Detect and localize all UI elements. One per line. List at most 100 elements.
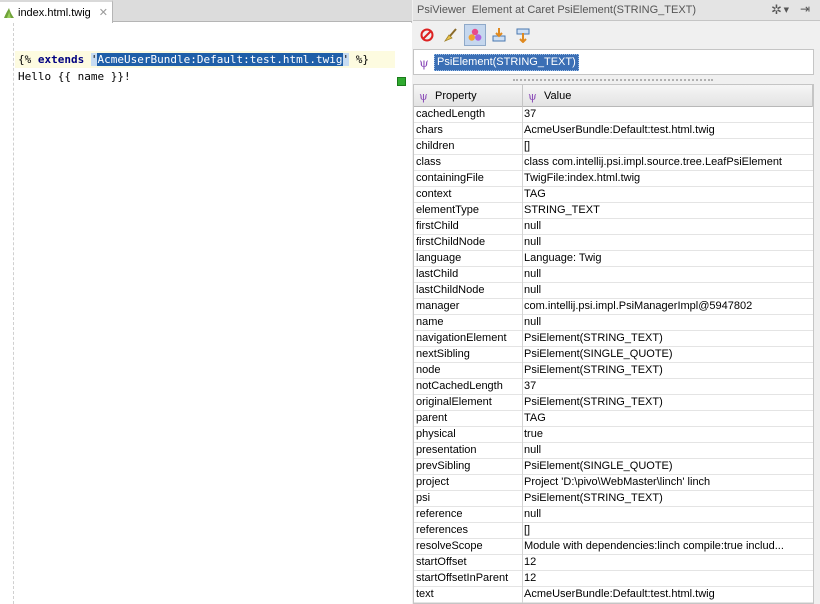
- table-row[interactable]: language Language: Twig: [414, 251, 813, 267]
- table-row[interactable]: firstChild null: [414, 219, 813, 235]
- psi-element-icon: ψ: [419, 56, 428, 70]
- table-row[interactable]: nextSibling PsiElement(SINGLE_QUOTE): [414, 347, 813, 363]
- property-name-cell: nextSibling: [414, 347, 523, 363]
- table-row[interactable]: prevSibling PsiElement(SINGLE_QUOTE): [414, 459, 813, 475]
- table-row[interactable]: text AcmeUserBundle:Default:test.html.twi…: [414, 587, 813, 603]
- property-value-cell: TAG: [524, 188, 546, 200]
- twig-keyword-extends: extends: [37, 53, 85, 66]
- property-name-cell: physical: [414, 427, 523, 443]
- table-row[interactable]: reference null: [414, 507, 813, 523]
- highlight-broom-icon: [443, 28, 457, 42]
- property-value-cell: null: [524, 268, 542, 280]
- property-value-cell: PsiElement(STRING_TEXT): [524, 396, 663, 408]
- panel-splitter[interactable]: [413, 77, 814, 83]
- table-row[interactable]: firstChildNode null: [414, 235, 813, 251]
- property-value-cell: true: [524, 428, 543, 440]
- scroll-to-source-button[interactable]: [512, 24, 534, 46]
- selected-string-text: AcmeUserBundle:Default:test.html.twig: [97, 53, 343, 66]
- table-row[interactable]: lastChildNode null: [414, 283, 813, 299]
- gear-icon[interactable]: ✲: [771, 3, 782, 18]
- psi-tree[interactable]: ψ PsiElement(STRING_TEXT): [413, 49, 814, 75]
- psi-viewer-header: PsiViewer Element at Caret PsiElement(ST…: [413, 0, 820, 21]
- properties-toggle-icon: [468, 28, 482, 41]
- property-name-cell: node: [414, 363, 523, 379]
- psi-tree-node[interactable]: ψ PsiElement(STRING_TEXT): [418, 54, 579, 71]
- table-row[interactable]: startOffset 12: [414, 555, 813, 571]
- hide-panel-icon[interactable]: ⇥: [800, 2, 810, 16]
- twig-tag-open: {%: [18, 53, 38, 66]
- property-value-cell: 37: [524, 108, 537, 120]
- property-name-cell: resolveScope: [414, 539, 523, 555]
- table-row[interactable]: notCachedLength 37: [414, 379, 813, 395]
- svg-text:ψ: ψ: [419, 56, 428, 70]
- code-editor[interactable]: {% extends 'AcmeUserBundle:Default:test.…: [0, 23, 412, 604]
- chevron-down-icon[interactable]: ▼: [784, 6, 789, 14]
- vertical-scrollbar[interactable]: [814, 49, 820, 604]
- table-row[interactable]: startOffsetInParent 12: [414, 571, 813, 587]
- table-row[interactable]: chars AcmeUserBundle:Default:test.html.tw…: [414, 123, 813, 139]
- properties-toggle-button[interactable]: [464, 24, 486, 46]
- property-name-cell: manager: [414, 299, 523, 315]
- scroll-from-source-button[interactable]: [488, 24, 510, 46]
- editor-tab-index-html-twig[interactable]: index.html.twig ✕: [0, 0, 113, 23]
- column-header-property[interactable]: ψ Property: [414, 85, 523, 107]
- properties-rows: cachedLength 37 chars AcmeUserBundle:Defaul…: [414, 107, 813, 603]
- table-row[interactable]: context TAG: [414, 187, 813, 203]
- table-row[interactable]: originalElement PsiElement(STRING_TEXT): [414, 395, 813, 411]
- property-name-cell: class: [414, 155, 523, 171]
- close-tab-icon[interactable]: ✕: [99, 6, 108, 19]
- property-name-cell: name: [414, 315, 523, 331]
- table-row[interactable]: manager com.intellij.psi.impl.PsiManagerI…: [414, 299, 813, 315]
- stop-button[interactable]: [416, 24, 438, 46]
- property-name-cell: containingFile: [414, 171, 523, 187]
- psi-viewer-panel: PsiViewer Element at Caret PsiElement(ST…: [413, 0, 820, 604]
- property-value-cell: 12: [524, 556, 537, 568]
- table-row[interactable]: containingFile TwigFile:index.html.twig: [414, 171, 813, 187]
- property-value-cell: TwigFile:index.html.twig: [524, 172, 641, 184]
- property-value-cell: PsiElement(STRING_TEXT): [524, 492, 663, 504]
- no-errors-marker-icon[interactable]: [397, 77, 406, 86]
- property-value-cell: com.intellij.psi.impl.PsiManagerImpl@594…: [524, 300, 753, 312]
- psi-viewer-title: PsiViewer: [417, 4, 466, 16]
- highlight-button[interactable]: [440, 24, 462, 46]
- table-row[interactable]: navigationElement PsiElement(STRING_TEXT): [414, 331, 813, 347]
- table-row[interactable]: children[]: [414, 139, 813, 155]
- property-value-cell: Module with dependencies:linch compile:t…: [524, 540, 784, 552]
- scroll-to-source-icon: [516, 28, 530, 43]
- column-header-value[interactable]: ψ Value: [523, 85, 813, 107]
- property-value-cell: null: [524, 508, 542, 520]
- property-name-cell: children: [414, 139, 523, 155]
- code-line-2[interactable]: Hello {{ name }}!: [18, 69, 131, 85]
- table-row[interactable]: elementType STRING_TEXT: [414, 203, 813, 219]
- table-row[interactable]: references[]: [414, 523, 813, 539]
- property-name-cell: text: [414, 587, 523, 603]
- table-row[interactable]: project Project 'D:\pivo\WebMaster\linch'…: [414, 475, 813, 491]
- table-row[interactable]: resolveScope Module with dependencies:lin…: [414, 539, 813, 555]
- psi-element-icon: ψ: [419, 90, 428, 103]
- psi-tree-node-label: PsiElement(STRING_TEXT): [434, 54, 579, 71]
- table-row[interactable]: presentation null: [414, 443, 813, 459]
- property-value-cell: PsiElement(SINGLE_QUOTE): [524, 348, 673, 360]
- table-row[interactable]: node PsiElement(STRING_TEXT): [414, 363, 813, 379]
- property-value-cell: Project 'D:\pivo\WebMaster\linch' linch: [524, 476, 711, 488]
- property-value-cell: AcmeUserBundle:Default:test.html.twig: [524, 124, 715, 136]
- property-name-cell: presentation: [414, 443, 523, 459]
- table-row[interactable]: name null: [414, 315, 813, 331]
- psi-element-icon: ψ: [528, 90, 537, 103]
- properties-table[interactable]: ψ Property ψ Value cachedLength 37 chars Ac…: [413, 84, 814, 604]
- table-row[interactable]: psi PsiElement(STRING_TEXT): [414, 491, 813, 507]
- property-value-cell: PsiElement(STRING_TEXT): [524, 332, 663, 344]
- property-name-cell: chars: [414, 123, 523, 139]
- table-row[interactable]: lastChild null: [414, 267, 813, 283]
- property-name-cell: firstChildNode: [414, 235, 523, 251]
- table-row[interactable]: physical true: [414, 427, 813, 443]
- property-name-cell: context: [414, 187, 523, 203]
- table-row[interactable]: cachedLength 37: [414, 107, 813, 123]
- svg-text:ψ: ψ: [419, 90, 428, 103]
- table-row[interactable]: class class com.intellij.psi.impl.source.…: [414, 155, 813, 171]
- property-name-cell: language: [414, 251, 523, 267]
- editor-gutter[interactable]: [0, 23, 14, 604]
- table-row[interactable]: parent TAG: [414, 411, 813, 427]
- property-value-cell: PsiElement(SINGLE_QUOTE): [524, 460, 673, 472]
- code-line-1[interactable]: {% extends 'AcmeUserBundle:Default:test.…: [18, 52, 369, 68]
